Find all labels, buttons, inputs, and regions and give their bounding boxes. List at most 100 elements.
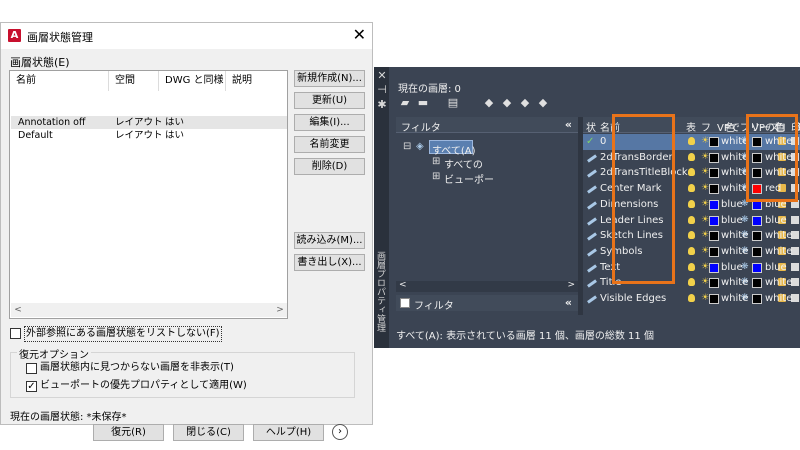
delete-button[interactable]: 削除(D) [294, 158, 365, 175]
vp-freeze-icon[interactable]: ❋ [741, 215, 749, 225]
tree-horizontal-scrollbar[interactable]: < > [396, 280, 578, 292]
layer-thaw-icon[interactable]: ☀ [701, 152, 709, 162]
column-header-name[interactable]: 名前 [10, 71, 109, 91]
layer-thaw-icon[interactable]: ☀ [701, 246, 709, 256]
pin-icon[interactable]: ⊣ [376, 83, 388, 96]
layer-row[interactable]: Center Mark ☀ ❋ [583, 181, 800, 197]
new-group-filter-icon[interactable]: ▬ [416, 97, 430, 109]
layer-row[interactable]: Sketch Lines ☀ ❋ [583, 228, 800, 244]
current-layer-check-icon[interactable]: ✓ [586, 136, 594, 147]
hide-missing-layers-checkbox[interactable] [26, 363, 37, 374]
layer-row[interactable]: 2dTransBorder ☀ ❋ [583, 150, 800, 166]
layer-status-icon[interactable] [587, 201, 597, 210]
layer-on-icon[interactable] [688, 246, 695, 255]
layer-row[interactable]: Leader Lines ☀ ❋ [583, 213, 800, 229]
new-vp-frozen-layer-icon[interactable]: ◆ [500, 97, 514, 109]
layer-status-icon[interactable] [587, 216, 597, 226]
layer-status-icon[interactable] [587, 169, 597, 178]
layer-on-icon[interactable] [688, 152, 695, 161]
col-name[interactable]: 名前 [600, 119, 620, 134]
layer-on-icon[interactable] [688, 168, 695, 177]
layer-lock-icon[interactable] [778, 231, 786, 240]
layer-row[interactable]: Text ☀ ❋ [583, 260, 800, 276]
layer-plot-icon[interactable] [791, 231, 799, 240]
layer-plot-icon[interactable] [791, 199, 799, 208]
layer-status-icon[interactable] [587, 185, 597, 194]
hide-missing-layers-row[interactable]: 画層状態内に見つからない画層を非表示(T) [26, 361, 234, 377]
col-freeze[interactable]: フ [701, 119, 711, 134]
layer-thaw-icon[interactable]: ☀ [701, 215, 709, 225]
delete-layer-icon[interactable]: ◆ [518, 97, 532, 109]
layer-status-icon[interactable] [587, 248, 597, 257]
vp-freeze-icon[interactable]: ❋ [741, 167, 749, 177]
layer-thaw-icon[interactable]: ☀ [701, 230, 709, 240]
column-header-same-as-dwg[interactable]: DWG と同様 [159, 71, 226, 91]
tree-item-all[interactable]: すべて(A) [432, 142, 476, 157]
layer-on-icon[interactable] [688, 184, 695, 193]
scroll-left-icon[interactable]: < [399, 280, 407, 290]
layer-plot-icon[interactable] [791, 168, 799, 177]
vp-freeze-icon[interactable]: ❋ [741, 152, 749, 162]
tree-item-viewport[interactable]: ビューポー [444, 171, 494, 186]
layer-lock-icon[interactable] [778, 168, 786, 177]
layer-states-list[interactable]: 名前 空間 DWG と同様 説明 Annotation off レイアウト はい… [9, 70, 288, 319]
column-header-space[interactable]: 空間 [109, 71, 159, 91]
layer-thaw-icon[interactable]: ☀ [701, 277, 709, 287]
layer-lock-icon[interactable] [778, 246, 786, 255]
layer-lock-icon[interactable] [778, 199, 786, 208]
layer-row[interactable]: Visible Edges ☀ ❋ [583, 291, 800, 307]
vp-freeze-icon[interactable]: ❋ [741, 230, 749, 240]
layer-lock-icon[interactable] [778, 184, 786, 193]
close-icon[interactable]: ✕ [376, 69, 388, 82]
col-lock[interactable]: ロ [776, 119, 786, 134]
column-header-description[interactable]: 説明 [226, 71, 266, 91]
layer-on-icon[interactable] [688, 215, 695, 224]
layer-on-icon[interactable] [688, 231, 695, 240]
layer-lock-icon[interactable] [778, 262, 786, 271]
layer-plot-icon[interactable] [791, 294, 799, 302]
col-status[interactable]: 状 [586, 119, 596, 134]
tree-item-all-used[interactable]: すべての [444, 156, 483, 171]
more-options-icon[interactable]: › [332, 424, 348, 440]
layer-thaw-icon[interactable]: ☀ [701, 167, 709, 177]
new-button[interactable]: 新規作成(N)... [294, 70, 365, 87]
col-on[interactable]: 表 [686, 119, 696, 134]
export-button[interactable]: 書き出し(X)... [294, 254, 365, 271]
collapse-filter-icon[interactable]: « [565, 296, 572, 309]
list-item[interactable]: Annotation off レイアウト はい [11, 116, 287, 129]
layer-thaw-icon[interactable]: ☀ [701, 183, 709, 193]
new-property-filter-icon[interactable]: ▰ [398, 97, 412, 109]
layer-plot-icon[interactable] [791, 137, 799, 145]
layer-status-icon[interactable] [587, 295, 597, 304]
vp-freeze-icon[interactable]: ❋ [741, 246, 749, 256]
tree-expand-icon[interactable]: ⊟ [403, 141, 411, 152]
new-layer-icon[interactable]: ◆ [482, 97, 496, 109]
layer-row[interactable]: ✓ 0 ☀ ❋ [583, 134, 800, 150]
xref-checkbox-row[interactable]: 外部参照にある画層状態をリストしない(F) [10, 326, 222, 342]
list-item[interactable]: Default レイアウト はい [11, 129, 287, 142]
layer-thaw-icon[interactable]: ☀ [701, 136, 709, 146]
horizontal-scrollbar[interactable]: < > [11, 303, 287, 317]
layer-thaw-icon[interactable]: ☀ [701, 293, 709, 303]
layer-plot-icon[interactable] [791, 278, 799, 287]
layer-on-icon[interactable] [688, 278, 695, 287]
vp-freeze-icon[interactable]: ❋ [741, 293, 749, 303]
apply-viewport-overrides-row[interactable]: ✓ ビューポートの優先プロパティとして適用(W) [26, 379, 247, 395]
layer-on-icon[interactable] [688, 262, 695, 271]
layer-lock-icon[interactable] [778, 137, 786, 145]
layer-row[interactable]: Dimensions ☀ ❋ [583, 197, 800, 213]
layer-plot-icon[interactable] [791, 215, 799, 224]
layer-status-icon[interactable] [587, 154, 597, 163]
layer-on-icon[interactable] [688, 137, 695, 145]
xref-checkbox[interactable] [10, 328, 21, 339]
vp-freeze-icon[interactable]: ❋ [741, 183, 749, 193]
layer-on-icon[interactable] [688, 199, 695, 208]
rename-button[interactable]: 名前変更 [294, 136, 365, 153]
vp-freeze-icon[interactable]: ❋ [741, 277, 749, 287]
invert-filter-checkbox[interactable] [400, 298, 410, 308]
layer-lock-icon[interactable] [778, 152, 786, 161]
layer-thaw-icon[interactable]: ☀ [701, 262, 709, 272]
vp-freeze-icon[interactable]: ❋ [741, 199, 749, 209]
apply-viewport-overrides-checkbox[interactable]: ✓ [26, 381, 37, 392]
update-button[interactable]: 更新(U) [294, 92, 365, 109]
